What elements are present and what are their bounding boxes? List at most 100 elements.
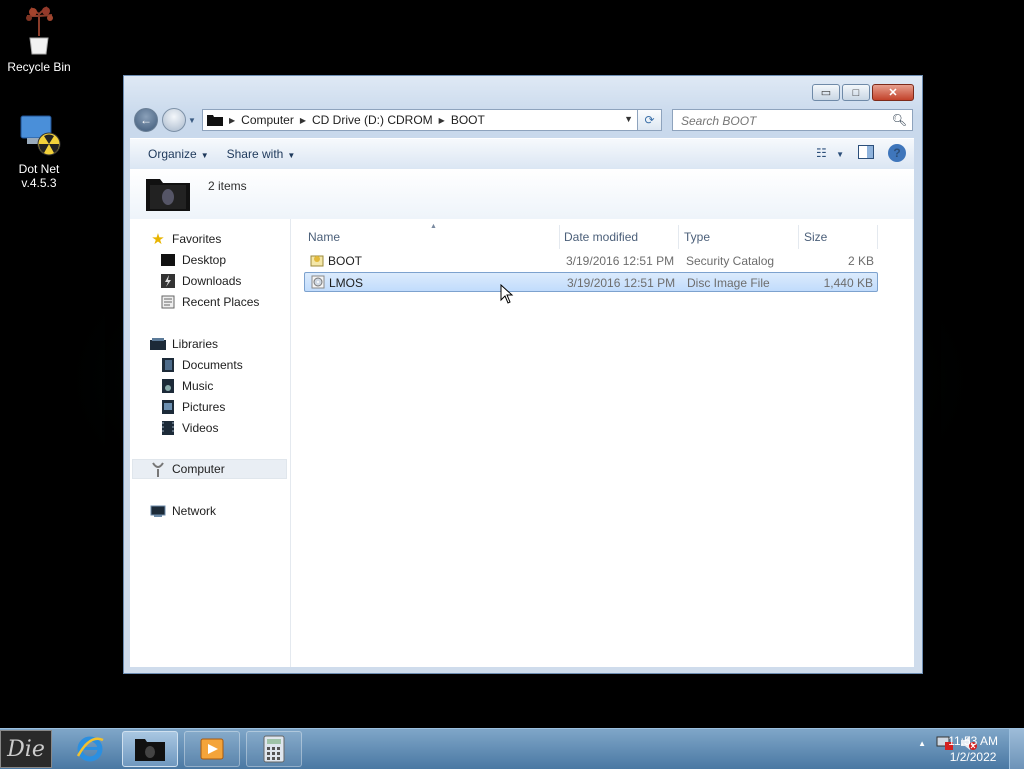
downloads-icon <box>160 274 176 288</box>
navigation-pane: ★ Favorites Desktop Downloads Recent Pla… <box>130 219 291 667</box>
refresh-button[interactable]: ⟳ <box>638 109 662 131</box>
file-name: LMOS <box>329 276 364 290</box>
chevron-down-icon: ▼ <box>200 151 209 160</box>
nav-label: Pictures <box>182 400 226 414</box>
breadcrumb-computer[interactable]: Computer <box>241 113 294 127</box>
minimize-button[interactable]: ▭ <box>812 84 840 101</box>
nav-item-downloads[interactable]: Downloads <box>160 271 241 291</box>
documents-icon <box>160 358 176 372</box>
command-bar: Organize ▼ Share with ▼ ☷ ▼ ? <box>130 138 914 170</box>
folder-icon <box>135 739 165 761</box>
nav-label: Favorites <box>172 232 222 246</box>
preview-pane-button[interactable] <box>858 144 874 162</box>
search-box[interactable]: 🔍︎ <box>672 109 913 131</box>
nav-item-desktop[interactable]: Desktop <box>160 250 226 270</box>
system-clock[interactable]: 11:53 AM 1/2/2022 <box>948 733 998 765</box>
address-history-dropdown-icon[interactable]: ▼ <box>624 114 633 124</box>
share-with-menu[interactable]: Share with ▼ <box>227 147 296 161</box>
file-size: 1,440 KB <box>823 276 873 290</box>
file-row-selected[interactable]: LMOS 3/19/2016 12:51 PM Disc Image File … <box>304 272 878 292</box>
computer-icon <box>150 462 166 477</box>
desktop-icon-label: Recycle Bin <box>7 60 71 74</box>
forward-button[interactable] <box>162 108 186 132</box>
column-header-size[interactable]: Size <box>798 225 878 249</box>
column-header-name[interactable]: Name <box>302 225 560 249</box>
column-header-date-modified[interactable]: Date modified <box>558 225 679 249</box>
breadcrumb-separator-icon[interactable]: ▶ <box>300 116 306 125</box>
folder-icon <box>207 115 223 126</box>
desktop-folder-icon <box>160 253 176 267</box>
share-with-label: Share with <box>226 147 284 161</box>
search-icon[interactable]: 🔍︎ <box>892 113 907 127</box>
nav-label: Network <box>172 504 217 518</box>
mouse-cursor-icon <box>500 284 514 304</box>
nav-label: Music <box>182 379 214 393</box>
desktop-icon-label: Dot Net <box>18 162 60 176</box>
desktop-icon-dot-net[interactable]: Dot Net v.4.5.3 <box>0 110 78 190</box>
file-date-modified: 3/19/2016 12:51 PM <box>566 254 675 268</box>
recent-pages-dropdown[interactable]: ▼ <box>188 116 196 125</box>
nav-item-videos[interactable]: Videos <box>160 418 218 438</box>
taskbar-media-player[interactable] <box>184 731 240 767</box>
content-area: 2 items ★ Favorites Desktop Downloads Re… <box>130 169 914 667</box>
back-button[interactable]: ← <box>134 108 158 132</box>
taskbar-internet-explorer[interactable] <box>62 731 118 767</box>
file-row[interactable]: BOOT 3/19/2016 12:51 PM Security Catalog… <box>304 251 878 271</box>
nav-item-pictures[interactable]: Pictures <box>160 397 225 417</box>
internet-explorer-icon <box>76 736 104 762</box>
breadcrumb-separator-icon[interactable]: ▶ <box>229 116 235 125</box>
column-header-type[interactable]: Type <box>678 225 799 249</box>
dot-net-installer-icon <box>20 115 61 156</box>
view-details-icon: ☷ <box>815 146 827 160</box>
clock-time: 11:53 AM <box>948 734 998 748</box>
nav-favorites[interactable]: ★ Favorites <box>150 229 221 249</box>
chevron-down-icon: ▼ <box>287 151 296 160</box>
nav-label: Documents <box>182 358 243 372</box>
file-type: Disc Image File <box>687 276 770 290</box>
desktop-icon-label: v.4.5.3 <box>21 176 57 190</box>
media-player-icon <box>200 738 224 760</box>
nav-item-documents[interactable]: Documents <box>160 355 243 375</box>
taskbar-calculator[interactable] <box>246 731 302 767</box>
nav-label: Videos <box>182 421 219 435</box>
folder-thumbnail-icon <box>146 179 190 211</box>
nav-computer[interactable]: Computer <box>150 459 225 479</box>
maximize-button[interactable]: □ <box>842 84 870 101</box>
breadcrumb-cd-drive[interactable]: CD Drive (D:) CDROM <box>312 113 433 127</box>
nav-item-music[interactable]: Music <box>160 376 213 396</box>
start-button[interactable]: Die <box>0 730 52 768</box>
nav-item-recent-places[interactable]: Recent Places <box>160 292 259 312</box>
desktop-icon-recycle-bin[interactable]: Recycle Bin <box>0 6 78 74</box>
show-hidden-icons-button[interactable]: ▲ <box>918 739 926 748</box>
organize-menu[interactable]: Organize ▼ <box>148 147 209 161</box>
organize-label: Organize <box>148 147 197 161</box>
taskbar: Die ▲ 11:53 AM 1/2/2022 <box>0 728 1024 769</box>
caption-buttons: ▭ □ ✕ <box>810 84 914 101</box>
star-icon: ★ <box>151 231 165 248</box>
pictures-icon <box>160 400 176 414</box>
nav-label: Desktop <box>182 253 227 267</box>
breadcrumb-boot[interactable]: BOOT <box>451 113 485 127</box>
navigation-bar: ← ▼ ▶ Computer ▶ CD Drive (D:) CDROM ▶ B… <box>132 106 914 134</box>
nav-libraries[interactable]: Libraries <box>150 334 218 354</box>
file-name: BOOT <box>328 254 363 268</box>
recycle-bin-icon <box>26 6 53 55</box>
clock-date: 1/2/2022 <box>949 750 997 764</box>
security-catalog-icon <box>310 255 324 267</box>
address-bar[interactable]: ▶ Computer ▶ CD Drive (D:) CDROM ▶ BOOT … <box>202 109 638 131</box>
explorer-window: ▭ □ ✕ ← ▼ ▶ Computer ▶ CD Drive (D:) CDR… <box>123 75 923 674</box>
calculator-icon <box>263 735 285 763</box>
nav-label: Downloads <box>182 274 242 288</box>
nav-label: Libraries <box>172 337 219 351</box>
nav-label: Recent Places <box>182 295 260 309</box>
file-list: ▲ Name Date modified Type Size BOOT 3/19… <box>302 219 914 667</box>
help-icon[interactable]: ? <box>888 144 906 162</box>
breadcrumb-separator-icon[interactable]: ▶ <box>439 116 445 125</box>
taskbar-windows-explorer[interactable] <box>122 731 178 767</box>
search-input[interactable] <box>679 111 883 131</box>
close-button[interactable]: ✕ <box>872 84 914 101</box>
nav-network[interactable]: Network <box>150 501 216 521</box>
file-type: Security Catalog <box>686 254 775 268</box>
show-desktop-button[interactable] <box>1009 729 1024 769</box>
change-view-button[interactable]: ☷ ▼ <box>802 146 844 160</box>
